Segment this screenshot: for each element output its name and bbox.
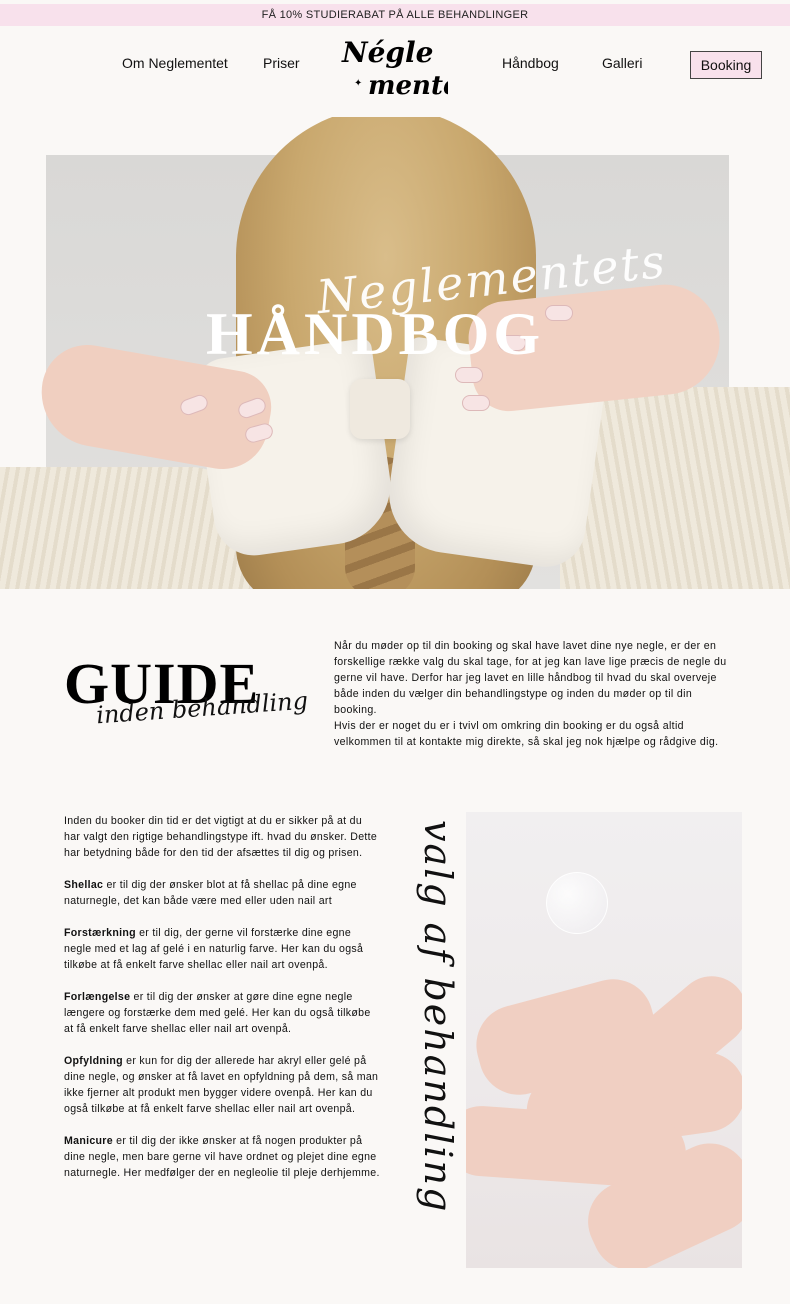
guide-intro: Når du møder op til din booking og skal … — [334, 638, 734, 750]
nav-item-priser[interactable]: Priser — [263, 55, 300, 71]
treatment-item: Manicure er til dig der ikke ønsker at f… — [64, 1133, 380, 1181]
svg-text:Négle: Négle — [341, 36, 433, 69]
promo-text: FÅ 10% STUDIERABAT PÅ ALLE BEHANDLINGER — [261, 9, 529, 21]
nav-item-galleri[interactable]: Galleri — [602, 55, 642, 71]
hero-title: HÅNDBOG — [206, 301, 545, 367]
treatment-description: er til dig der ønsker blot at få shellac… — [64, 879, 357, 907]
guide-intro-paragraph: Når du møder op til din booking og skal … — [334, 640, 727, 716]
treatment-item: Shellac er til dig der ønsker blot at få… — [64, 877, 380, 909]
hero-nail — [462, 395, 490, 411]
treatment-name: Manicure — [64, 1135, 113, 1147]
hero-banner: Neglementets HÅNDBOG — [0, 117, 790, 589]
treatment-name: Forstærkning — [64, 927, 136, 939]
treatment-name: Shellac — [64, 879, 104, 891]
svg-text:✦: ✦ — [354, 78, 362, 89]
treatment-name: Opfyldning — [64, 1055, 123, 1067]
booking-button[interactable]: Booking — [690, 51, 762, 79]
treatment-types-intro: Inden du booker din tid er det vigtigt a… — [64, 815, 378, 859]
vertical-script-text: valg af behandling — [416, 820, 460, 1214]
booking-label: Booking — [700, 57, 752, 73]
hero-bow-knot — [350, 379, 410, 439]
svg-text:mentet: mentet — [368, 71, 448, 100]
bubble-decoration — [546, 872, 608, 934]
nav-item-om-neglementet[interactable]: Om Neglementet — [122, 55, 228, 71]
site-logo[interactable]: Négle mentet ✦ — [338, 36, 472, 101]
treatment-item: Forstærkning er til dig, der gerne vil f… — [64, 925, 380, 973]
guide-intro-paragraph: Hvis der er noget du er i tvivl om omkri… — [334, 720, 719, 748]
treatment-types: Inden du booker din tid er det vigtigt a… — [64, 813, 380, 1197]
hands-photo — [466, 812, 742, 1268]
hero-nail — [545, 305, 573, 321]
hero-nail — [455, 367, 483, 383]
nav-item-handbog[interactable]: Håndbog — [502, 55, 559, 71]
vertical-script-heading: valg af behandling — [416, 820, 460, 1240]
treatment-name: Forlængelse — [64, 991, 131, 1003]
treatment-item: Forlængelse er til dig der ønsker at gør… — [64, 989, 380, 1037]
promo-banner: FÅ 10% STUDIERABAT PÅ ALLE BEHANDLINGER — [0, 4, 790, 26]
treatment-item: Opfyldning er kun for dig der allerede h… — [64, 1053, 380, 1117]
